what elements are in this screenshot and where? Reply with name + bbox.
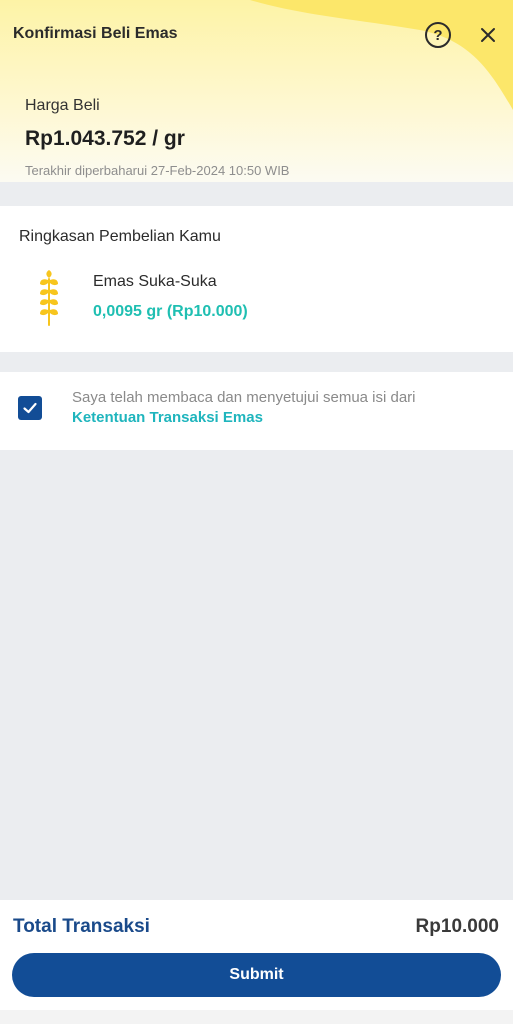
agreement-section: Saya telah membaca dan menyetujui semua … xyxy=(0,372,513,450)
summary-title: Ringkasan Pembelian Kamu xyxy=(19,228,221,245)
price-updated-timestamp: Terakhir diperbaharui 27-Feb-2024 10:50 … xyxy=(25,163,290,178)
price-label: Harga Beli xyxy=(25,97,100,114)
agreement-checkbox[interactable] xyxy=(18,396,42,420)
close-button[interactable] xyxy=(477,24,499,46)
total-value: Rp10.000 xyxy=(415,916,499,937)
header: Konfirmasi Beli Emas ? Harga Beli Rp1.04… xyxy=(0,0,513,182)
page-title: Konfirmasi Beli Emas xyxy=(13,25,178,42)
question-circle-icon: ? xyxy=(433,26,443,44)
total-label: Total Transaksi xyxy=(13,916,150,937)
close-icon xyxy=(481,28,495,42)
gold-wheat-icon xyxy=(40,270,58,326)
agreement-text: Saya telah membaca dan menyetujui semua … xyxy=(72,389,416,406)
help-button[interactable]: ? xyxy=(425,22,451,48)
submit-button[interactable]: Submit xyxy=(12,953,501,997)
terms-link[interactable]: Ketentuan Transaksi Emas xyxy=(72,408,263,428)
purchase-summary-card: Ringkasan Pembelian Kamu Emas Suka-Suka … xyxy=(0,206,513,352)
bottom-strip xyxy=(0,1010,513,1024)
checkmark-icon xyxy=(23,402,37,414)
product-name: Emas Suka-Suka xyxy=(93,273,217,290)
footer: Total Transaksi Rp10.000 Submit xyxy=(0,900,513,1024)
price-value: Rp1.043.752 / gr xyxy=(25,127,185,150)
product-amount: 0,0095 gr (Rp10.000) xyxy=(93,303,248,320)
